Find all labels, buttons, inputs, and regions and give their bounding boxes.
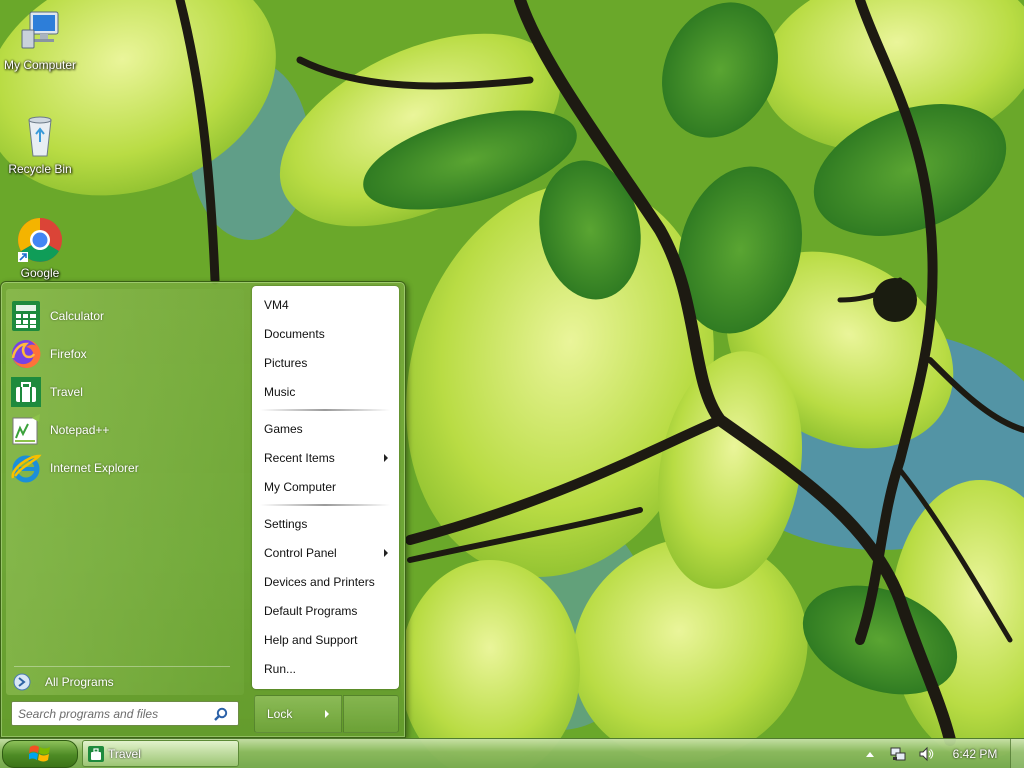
taskbar-app-label: Travel bbox=[108, 746, 141, 761]
start-item-settings[interactable]: Settings bbox=[257, 511, 394, 537]
show-hidden-icons-icon[interactable] bbox=[862, 746, 878, 762]
start-item-devices-and-printers[interactable]: Devices and Printers bbox=[257, 569, 394, 595]
start-item-vm4[interactable]: VM4 bbox=[257, 292, 394, 318]
start-item-label: Music bbox=[264, 385, 296, 399]
start-menu: Calculator Firefox Travel Notepad++ Inte… bbox=[0, 281, 406, 738]
calculator-icon bbox=[10, 300, 42, 332]
show-desktop-button[interactable] bbox=[1010, 739, 1024, 768]
submenu-arrow-icon bbox=[384, 549, 388, 557]
chevron-right-icon bbox=[324, 710, 329, 718]
start-item-help-and-support[interactable]: Help and Support bbox=[257, 627, 394, 653]
desktop-icon-label: My Computer bbox=[3, 58, 77, 72]
travel-icon bbox=[88, 745, 104, 762]
start-item-label: Help and Support bbox=[264, 633, 358, 647]
system-tray: 6:42 PM bbox=[856, 739, 1024, 768]
program-firefox[interactable]: Firefox bbox=[10, 336, 242, 372]
desktop-icon-my-computer[interactable]: My Computer bbox=[0, 8, 80, 72]
program-internet-explorer[interactable]: Internet Explorer bbox=[10, 450, 242, 486]
notepad-plus-plus-icon bbox=[10, 414, 42, 446]
start-item-label: Control Panel bbox=[264, 546, 337, 560]
program-label: Internet Explorer bbox=[50, 461, 139, 475]
desktop-icon-recycle-bin[interactable]: Recycle Bin bbox=[0, 112, 80, 176]
start-item-label: Devices and Printers bbox=[264, 575, 375, 589]
start-item-recent-items[interactable]: Recent Items bbox=[257, 445, 394, 471]
desktop-icon-google-chrome[interactable]: Google bbox=[0, 216, 80, 280]
shutdown-options-button[interactable] bbox=[311, 695, 342, 733]
start-item-run[interactable]: Run... bbox=[257, 656, 394, 682]
start-item-label: VM4 bbox=[264, 298, 289, 312]
recycle-bin-icon bbox=[16, 112, 64, 160]
start-item-label: Run... bbox=[264, 662, 297, 676]
program-label: Notepad++ bbox=[50, 423, 110, 437]
all-programs-label: All Programs bbox=[45, 675, 114, 689]
travel-icon bbox=[10, 376, 42, 408]
submenu-arrow-icon bbox=[384, 454, 388, 462]
start-item-pictures[interactable]: Pictures bbox=[257, 350, 394, 376]
start-item-label: Games bbox=[264, 422, 303, 436]
taskbar-clock[interactable]: 6:42 PM bbox=[940, 747, 1010, 761]
start-item-games[interactable]: Games bbox=[257, 416, 394, 442]
volume-icon[interactable] bbox=[918, 746, 934, 762]
program-label: Travel bbox=[50, 385, 83, 399]
start-item-label: Default Programs bbox=[264, 604, 358, 618]
taskbar: Travel 6:42 PM bbox=[0, 738, 1024, 768]
start-item-label: My Computer bbox=[264, 480, 337, 494]
program-calculator[interactable]: Calculator bbox=[10, 298, 242, 334]
start-menu-places-pane: VM4 Documents Pictures Music Games Recen… bbox=[252, 286, 399, 689]
start-item-my-computer[interactable]: My Computer bbox=[257, 474, 394, 500]
chrome-icon bbox=[16, 216, 64, 264]
start-item-control-panel[interactable]: Control Panel bbox=[257, 540, 394, 566]
start-item-default-programs[interactable]: Default Programs bbox=[257, 598, 394, 624]
search-icon[interactable] bbox=[208, 703, 234, 725]
menu-separator bbox=[260, 409, 390, 411]
lock-label: Lock bbox=[267, 707, 293, 721]
start-item-label: Recent Items bbox=[264, 451, 335, 465]
start-item-label: Documents bbox=[264, 327, 325, 341]
start-item-music[interactable]: Music bbox=[257, 379, 394, 405]
all-programs-button[interactable]: All Programs bbox=[10, 670, 242, 694]
network-icon[interactable] bbox=[890, 746, 906, 762]
start-button[interactable] bbox=[2, 740, 78, 768]
program-notepad-plus-plus[interactable]: Notepad++ bbox=[10, 412, 242, 448]
computer-icon bbox=[16, 8, 64, 56]
windows-logo-icon bbox=[28, 744, 51, 764]
all-programs-arrow-icon bbox=[13, 673, 31, 691]
program-label: Calculator bbox=[50, 309, 105, 323]
desktop-icon-label: Recycle Bin bbox=[8, 162, 72, 176]
desktop-icon-label: Google bbox=[20, 266, 60, 280]
taskbar-app-travel[interactable]: Travel bbox=[82, 740, 239, 767]
program-travel[interactable]: Travel bbox=[10, 374, 242, 410]
start-item-label: Settings bbox=[264, 517, 308, 531]
internet-explorer-icon bbox=[10, 452, 42, 484]
start-item-label: Pictures bbox=[264, 356, 308, 370]
start-menu-footer-area bbox=[343, 695, 399, 733]
firefox-icon bbox=[10, 338, 42, 370]
program-label: Firefox bbox=[50, 347, 87, 361]
start-menu-programs-pane: Calculator Firefox Travel Notepad++ Inte… bbox=[6, 289, 244, 695]
menu-separator bbox=[260, 504, 390, 506]
start-item-documents[interactable]: Documents bbox=[257, 321, 394, 347]
start-search-box[interactable] bbox=[11, 701, 239, 726]
start-search-input[interactable] bbox=[12, 702, 208, 725]
all-programs-separator bbox=[14, 666, 230, 667]
